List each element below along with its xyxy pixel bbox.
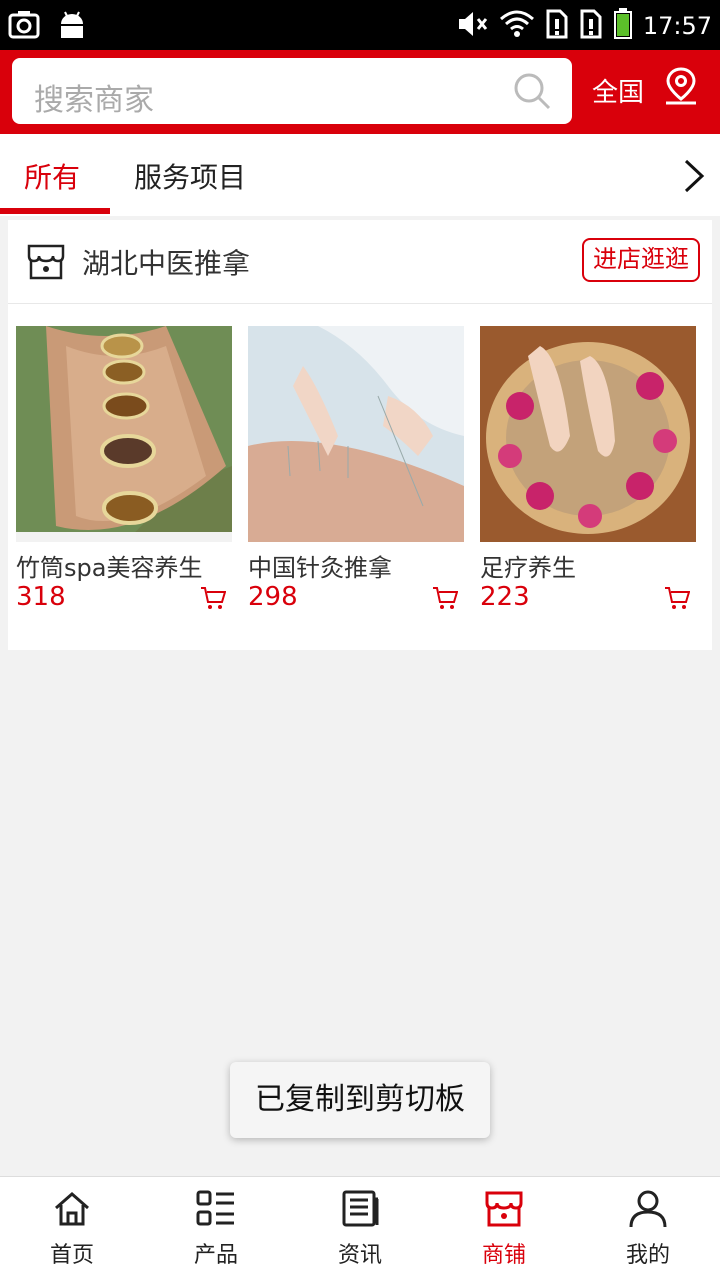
location-pin-icon[interactable] xyxy=(662,66,700,110)
enter-shop-button[interactable]: 进店逛逛 xyxy=(582,238,700,282)
nav-shops[interactable]: 商铺 xyxy=(432,1177,576,1280)
search-icon[interactable] xyxy=(512,71,552,115)
nav-label: 我的 xyxy=(625,1243,670,1268)
store-icon xyxy=(26,242,66,286)
status-bar: 17:57 xyxy=(0,0,720,50)
user-icon xyxy=(628,1189,668,1233)
news-icon xyxy=(340,1189,380,1233)
cart-icon[interactable] xyxy=(664,586,691,614)
shop-header: 湖北中医推拿 进店逛逛 xyxy=(8,220,712,304)
grid-list-icon xyxy=(196,1189,236,1233)
toast-message: 已复制到剪切板 xyxy=(230,1062,490,1138)
product-name: 中国针灸推拿 xyxy=(248,554,392,582)
tab-services[interactable]: 服务项目 xyxy=(134,156,246,196)
wifi-icon xyxy=(499,9,535,43)
product-image-acupuncture[interactable] xyxy=(248,326,464,542)
product-image-foot-spa[interactable] xyxy=(480,326,696,542)
home-icon xyxy=(52,1189,92,1233)
bottom-nav: 首页 产品 资讯 商铺 我的 xyxy=(0,1176,720,1280)
cart-icon[interactable] xyxy=(200,586,227,614)
product-price: 298 xyxy=(248,582,298,612)
sim-alert-icon xyxy=(579,9,603,43)
store-icon xyxy=(484,1189,524,1233)
active-tab-indicator xyxy=(0,208,110,214)
sim-alert-icon xyxy=(545,9,569,43)
product-card[interactable]: 竹筒spa美容养生 318 xyxy=(16,326,232,612)
nav-label: 商铺 xyxy=(481,1243,526,1268)
product-price: 318 xyxy=(16,582,66,612)
screenshot-icon xyxy=(8,10,40,44)
product-image-bamboo-spa[interactable] xyxy=(16,326,232,542)
search-input[interactable]: 搜索商家 xyxy=(12,58,572,124)
product-card[interactable]: 足疗养生 223 xyxy=(480,326,696,612)
product-name: 竹筒spa美容养生 xyxy=(16,554,203,582)
nav-label: 产品 xyxy=(193,1243,238,1268)
header-bar: 搜索商家 全国 xyxy=(0,50,720,134)
mute-icon xyxy=(457,9,489,43)
cart-icon[interactable] xyxy=(432,586,459,614)
clock: 17:57 xyxy=(642,12,712,40)
nav-products[interactable]: 产品 xyxy=(144,1177,288,1280)
category-tabs: 所有 服务项目 xyxy=(0,134,720,216)
nav-label: 资讯 xyxy=(337,1243,382,1268)
chevron-right-icon[interactable] xyxy=(682,158,706,198)
battery-icon xyxy=(613,8,633,44)
nav-mine[interactable]: 我的 xyxy=(576,1177,720,1280)
nav-label: 首页 xyxy=(49,1243,94,1268)
shop-name: 湖北中医推拿 xyxy=(82,247,251,280)
android-icon xyxy=(58,10,86,44)
product-card[interactable]: 中国针灸推拿 298 xyxy=(248,326,464,612)
nav-news[interactable]: 资讯 xyxy=(288,1177,432,1280)
nav-home[interactable]: 首页 xyxy=(0,1177,144,1280)
shop-card: 湖北中医推拿 进店逛逛 竹筒spa美容养生 318 中国针灸推拿 298 足疗养… xyxy=(8,220,712,650)
region-selector[interactable]: 全国 xyxy=(592,72,644,109)
search-placeholder: 搜索商家 xyxy=(34,83,154,118)
product-name: 足疗养生 xyxy=(480,554,576,582)
product-price: 223 xyxy=(480,582,530,612)
tab-all[interactable]: 所有 xyxy=(24,156,80,196)
